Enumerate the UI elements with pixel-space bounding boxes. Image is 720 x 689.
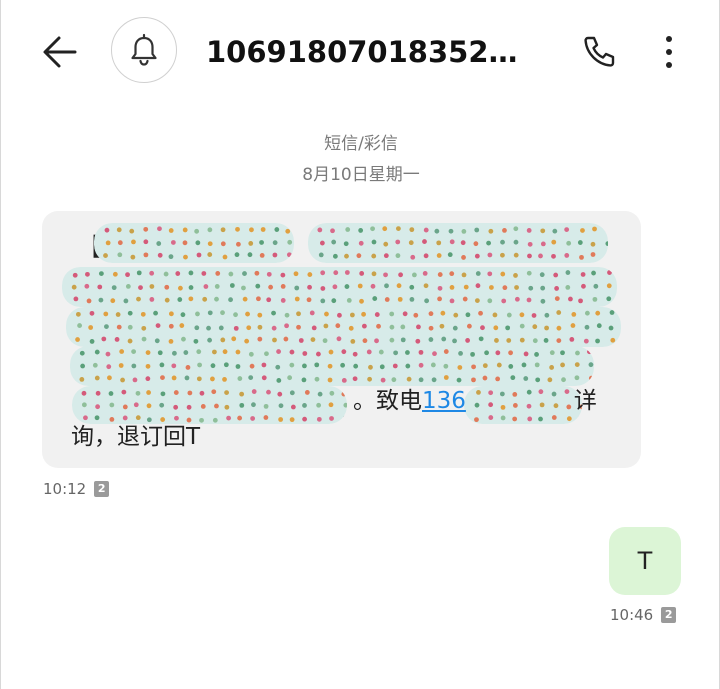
message-type-label: 短信/彩信 bbox=[324, 134, 398, 154]
redacted-gap bbox=[466, 388, 574, 408]
contact-avatar[interactable] bbox=[111, 17, 177, 83]
redaction-pattern bbox=[70, 346, 594, 386]
message-text-fragment: 。致电 bbox=[353, 388, 422, 414]
incoming-message-text: 。致电136 详 询，退订回T bbox=[71, 383, 631, 455]
bell-icon bbox=[131, 33, 157, 66]
redaction-mask bbox=[70, 346, 594, 386]
phone-icon bbox=[584, 36, 615, 67]
incoming-message-time: 10:12 bbox=[43, 480, 87, 498]
redaction-pattern bbox=[308, 223, 608, 263]
phone-number-link[interactable]: 136 bbox=[422, 388, 466, 414]
arrow-left-icon bbox=[43, 36, 77, 68]
back-button[interactable] bbox=[39, 30, 83, 74]
redaction-pattern bbox=[62, 267, 617, 307]
conversation-date-label: 8月10日星期一 bbox=[302, 165, 420, 185]
redaction-mask bbox=[94, 223, 294, 263]
outgoing-message-text: T bbox=[637, 547, 653, 575]
incoming-message-meta: 10:12 2 bbox=[43, 480, 110, 498]
message-text-fragment: 详 bbox=[573, 388, 597, 414]
outgoing-message-time: 10:46 bbox=[610, 606, 654, 624]
redaction-mask bbox=[62, 267, 617, 307]
outgoing-message-bubble[interactable]: T bbox=[609, 527, 681, 595]
sim-card-icon: 2 bbox=[661, 607, 677, 623]
conversation-title[interactable]: 106918070183524… bbox=[206, 30, 536, 74]
sim-card-icon: 2 bbox=[94, 481, 110, 497]
redaction-mask bbox=[66, 307, 621, 347]
more-vertical-icon bbox=[666, 36, 672, 68]
more-options-button[interactable] bbox=[651, 30, 687, 74]
redaction-pattern bbox=[66, 307, 621, 347]
call-button[interactable] bbox=[579, 32, 619, 72]
outgoing-message-meta: 10:46 2 bbox=[610, 606, 677, 624]
redaction-pattern bbox=[94, 223, 294, 263]
message-line: 询，退订回T bbox=[71, 424, 201, 450]
incoming-message-bubble[interactable]: 【 。致电136 详 询，退订回T bbox=[42, 211, 641, 468]
redaction-mask bbox=[308, 223, 608, 263]
message-line: 。致电136 详 bbox=[71, 383, 631, 419]
top-bar: 106918070183524… bbox=[1, 0, 720, 100]
